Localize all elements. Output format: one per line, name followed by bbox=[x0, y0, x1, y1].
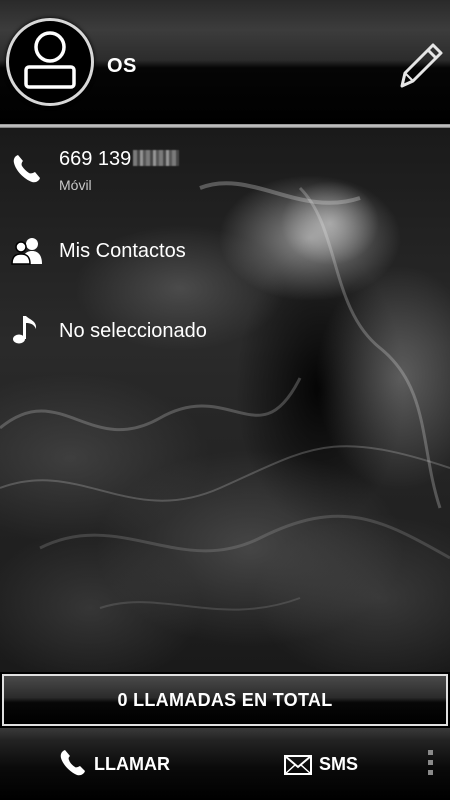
phone-icon bbox=[60, 750, 85, 776]
envelope-icon bbox=[284, 755, 312, 775]
phone-type: Móvil bbox=[59, 177, 92, 193]
phone-number: 669 139 bbox=[59, 148, 132, 170]
person-icon bbox=[24, 31, 76, 89]
sms-button[interactable]: SMS bbox=[283, 748, 373, 780]
phone-row[interactable]: 669 139 Móvil bbox=[0, 148, 450, 198]
contact-detail-screen: OS 669 139 Móvil Mis Contactos No selecc… bbox=[0, 0, 450, 800]
call-label: LLAMAR bbox=[94, 754, 170, 774]
bottom-action-bar: LLAMAR SMS bbox=[0, 728, 450, 800]
pencil-icon bbox=[400, 43, 443, 88]
music-note-icon bbox=[13, 316, 37, 344]
group-label: Mis Contactos bbox=[59, 240, 186, 262]
edit-button[interactable] bbox=[394, 36, 450, 92]
contact-header: OS bbox=[0, 0, 450, 128]
redacted-digits bbox=[133, 150, 180, 166]
avatar[interactable] bbox=[6, 18, 94, 106]
total-calls-button[interactable]: 0 LLAMADAS EN TOTAL bbox=[2, 674, 448, 726]
phone-icon bbox=[13, 155, 40, 183]
background-wallpaper bbox=[0, 128, 450, 672]
ringtone-row[interactable]: No seleccionado bbox=[0, 312, 450, 352]
contacts-group-icon bbox=[11, 238, 42, 265]
ringtone-label: No seleccionado bbox=[59, 320, 207, 342]
sms-label: SMS bbox=[319, 754, 359, 774]
contact-name: OS bbox=[107, 55, 137, 77]
overflow-menu-icon[interactable] bbox=[424, 750, 436, 780]
group-row[interactable]: Mis Contactos bbox=[0, 232, 450, 272]
call-button[interactable]: LLAMAR bbox=[58, 748, 178, 780]
